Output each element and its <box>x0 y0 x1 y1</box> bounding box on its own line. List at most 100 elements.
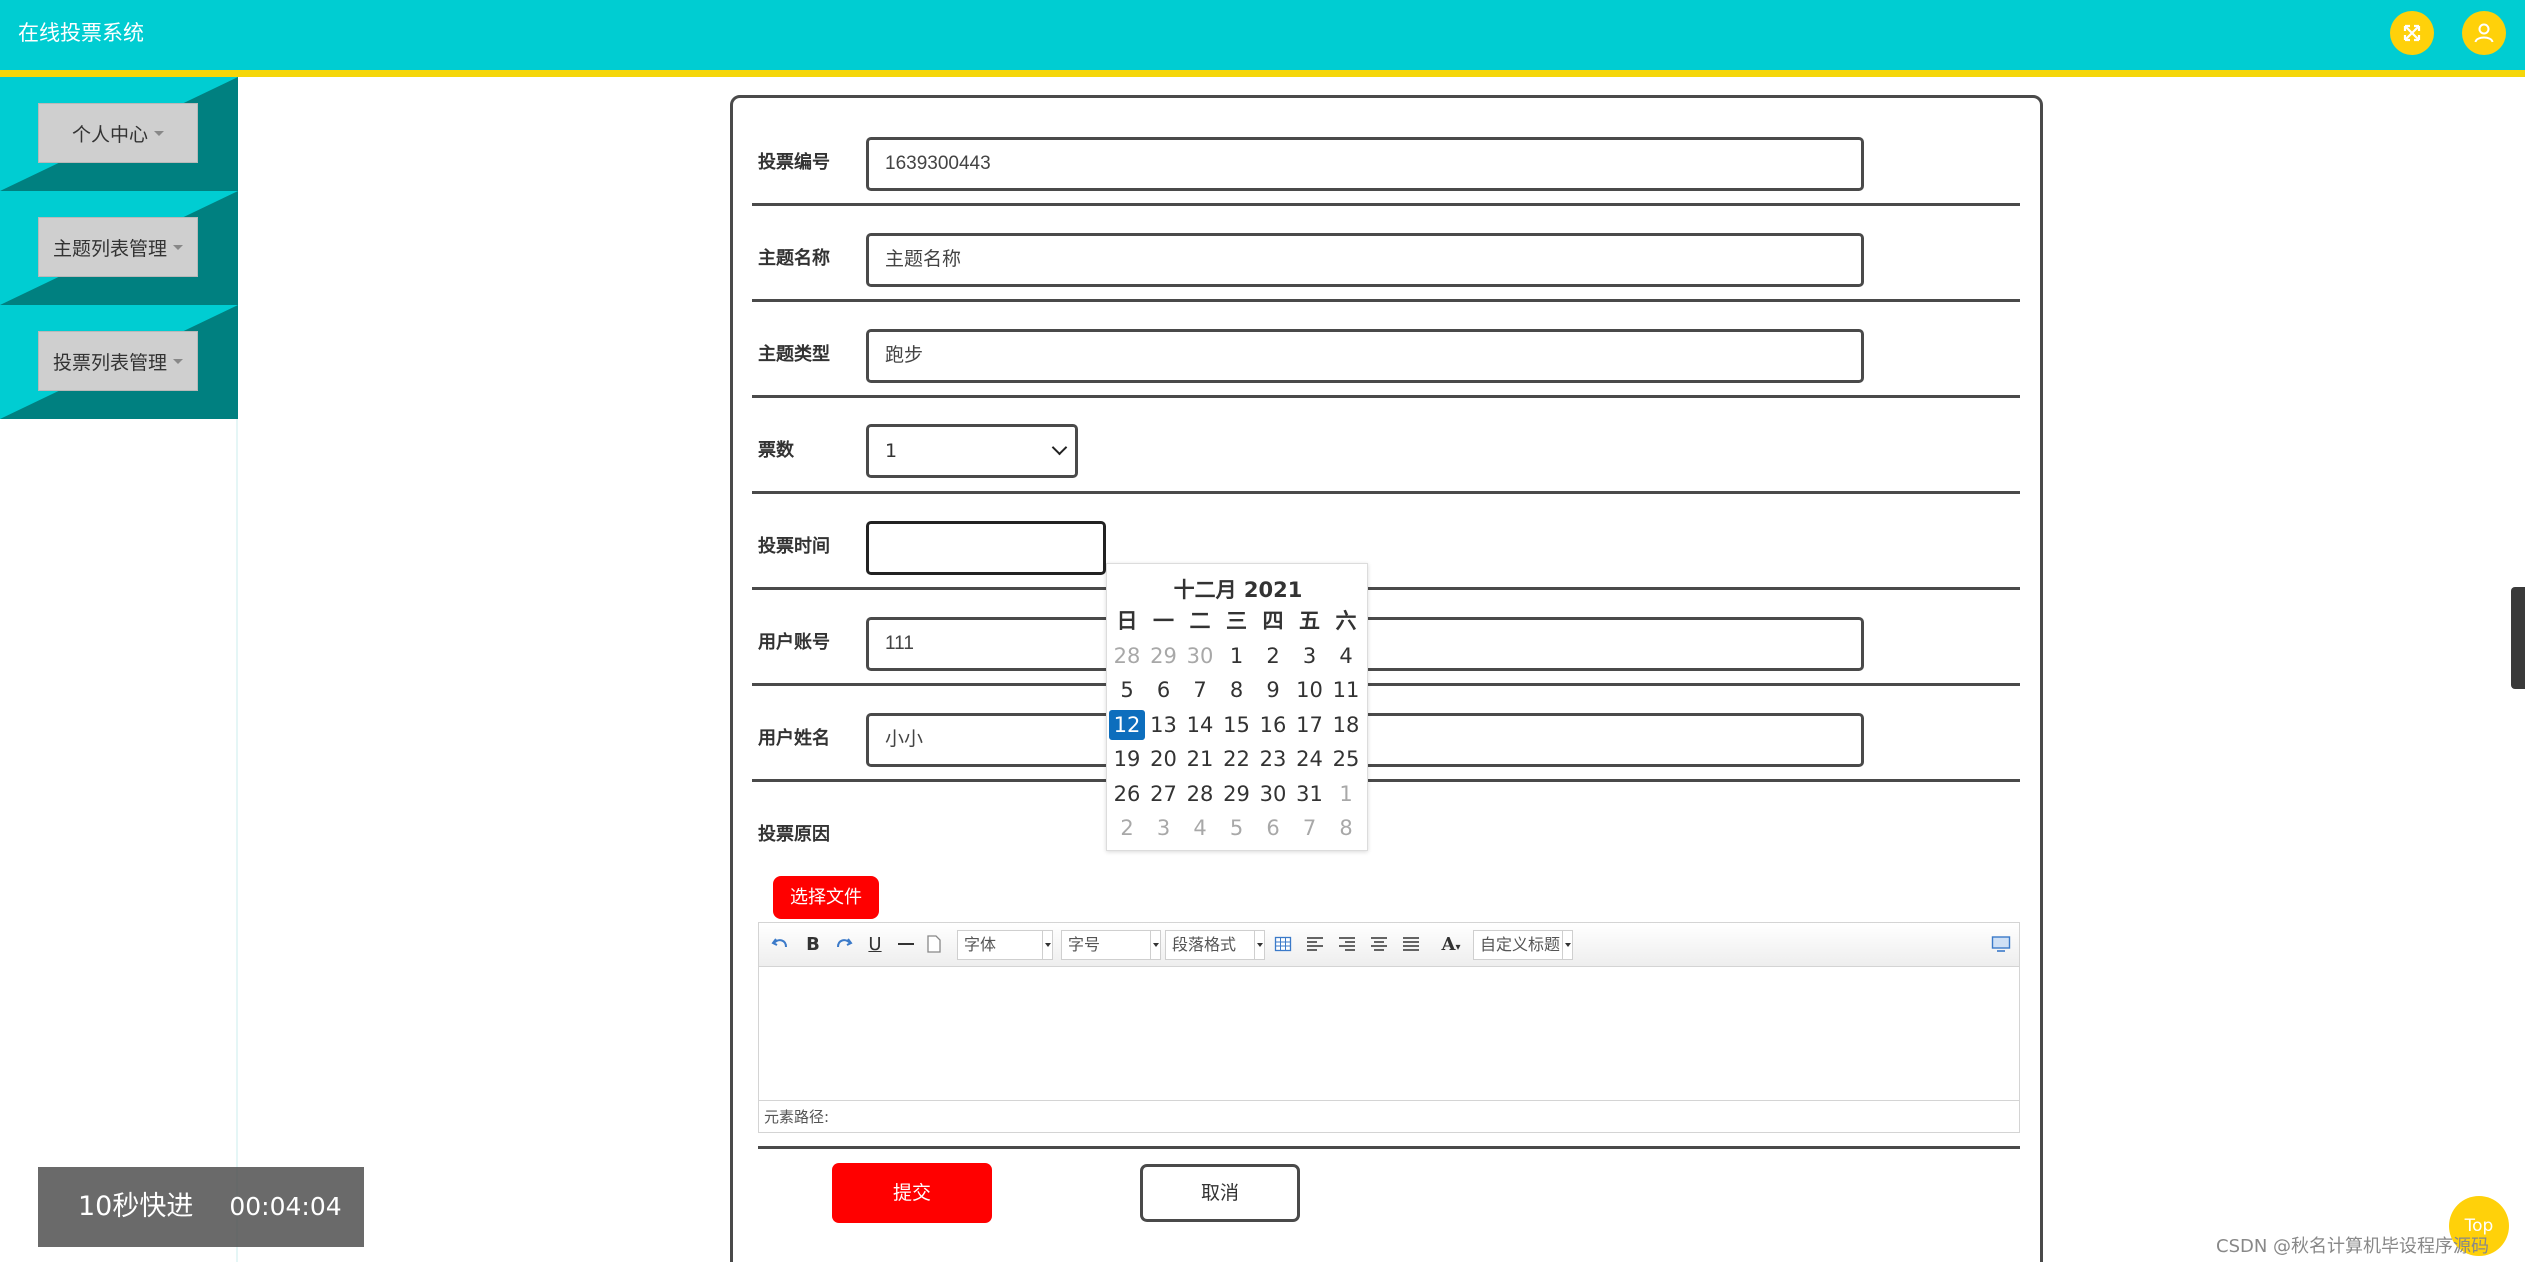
calendar-day[interactable]: 1 <box>1328 779 1364 809</box>
calendar-day[interactable]: 7 <box>1182 675 1218 705</box>
video-fast-forward-bar[interactable]: 10秒快进 00:04:04 <box>38 1167 364 1247</box>
calendar-day[interactable]: 18 <box>1328 710 1364 740</box>
user-button[interactable] <box>2462 11 2506 55</box>
undo-icon[interactable] <box>771 935 789 953</box>
calendar-day[interactable]: 17 <box>1292 710 1328 740</box>
calendar-day[interactable]: 19 <box>1109 744 1145 774</box>
calendar-day[interactable]: 24 <box>1292 744 1328 774</box>
align-right-icon[interactable] <box>1338 935 1356 953</box>
calendar-day[interactable]: 30 <box>1255 779 1291 809</box>
calendar-day[interactable]: 14 <box>1182 710 1218 740</box>
sidebar-item-personal-center[interactable]: 个人中心 <box>0 77 238 191</box>
topic-name-input[interactable]: 主题名称 <box>866 233 1864 287</box>
calendar-day[interactable]: 4 <box>1328 641 1364 671</box>
preview-icon[interactable] <box>1991 935 2011 953</box>
vote-count-label: 票数 <box>758 440 794 461</box>
calendar-day[interactable]: 3 <box>1292 641 1328 671</box>
calendar-day[interactable]: 5 <box>1109 675 1145 705</box>
chevron-down-icon <box>1051 439 1068 456</box>
row-divider <box>752 203 2020 206</box>
calendar-day[interactable]: 2 <box>1109 813 1145 843</box>
vote-id-input[interactable]: 1639300443 <box>866 137 1864 191</box>
vote-time-label: 投票时间 <box>758 536 830 557</box>
header-strip <box>0 70 2525 77</box>
calendar-day[interactable]: 23 <box>1255 744 1291 774</box>
calendar-day[interactable]: 6 <box>1146 675 1182 705</box>
vote-time-input[interactable] <box>866 521 1106 575</box>
calendar-day[interactable]: 5 <box>1219 813 1255 843</box>
font-family-select[interactable]: 字体 <box>957 930 1053 960</box>
calendar-day[interactable]: 1 <box>1219 641 1255 671</box>
horizontal-rule-icon[interactable] <box>897 935 915 953</box>
topic-name-label: 主题名称 <box>758 248 830 269</box>
font-family-label: 字体 <box>964 935 997 954</box>
topic-type-label: 主题类型 <box>758 344 830 365</box>
sidebar-item-label: 投票列表管理 <box>52 351 167 374</box>
vote-count-value: 1 <box>885 440 898 462</box>
sidebar-menu-button[interactable]: 主题列表管理 <box>38 217 198 277</box>
calendar-day[interactable]: 22 <box>1219 744 1255 774</box>
calendar-day[interactable]: 10 <box>1292 675 1328 705</box>
calendar-day[interactable]: 8 <box>1328 813 1364 843</box>
calendar-day[interactable]: 20 <box>1146 744 1182 774</box>
calendar-day[interactable]: 2 <box>1255 641 1291 671</box>
calendar-day[interactable]: 30 <box>1182 641 1218 671</box>
align-left-icon[interactable] <box>1306 935 1324 953</box>
calendar-day[interactable]: 8 <box>1219 675 1255 705</box>
side-drawer-handle[interactable] <box>2511 587 2525 689</box>
editor-toolbar: B U 字体 字号 段落格式 A▾ 自定义标题 <box>759 923 2019 967</box>
date-picker-popup: 十二月 2021 日一二三四五六 28 29 30 1 2 3 4 5 6 7 8 9 10 11 12 13 1… <box>1106 563 1368 851</box>
sidebar-menu-button[interactable]: 个人中心 <box>38 103 198 163</box>
sidebar-item-topic-list[interactable]: 主题列表管理 <box>0 191 238 305</box>
calendar-day[interactable]: 16 <box>1255 710 1291 740</box>
calendar-day[interactable]: 9 <box>1255 675 1291 705</box>
calendar-day[interactable]: 3 <box>1146 813 1182 843</box>
calendar-day[interactable]: 25 <box>1328 744 1364 774</box>
custom-heading-label: 自定义标题 <box>1480 935 1561 954</box>
table-icon[interactable] <box>1274 935 1292 953</box>
custom-heading-select[interactable]: 自定义标题 <box>1473 930 1573 960</box>
calendar-day[interactable]: 7 <box>1292 813 1328 843</box>
calendar-day[interactable]: 13 <box>1146 710 1182 740</box>
calendar-day[interactable]: 15 <box>1219 710 1255 740</box>
document-icon[interactable] <box>925 935 943 953</box>
topic-type-input[interactable]: 跑步 <box>866 329 1864 383</box>
calendar-day[interactable]: 12 <box>1109 709 1145 740</box>
calendar-day[interactable]: 11 <box>1328 675 1364 705</box>
calendar-weekday-header: 六 <box>1335 609 1357 633</box>
calendar-weekday-header: 三 <box>1226 609 1247 633</box>
calendar-day[interactable]: 26 <box>1109 779 1145 809</box>
caret-down-icon <box>173 358 183 364</box>
calendar-day[interactable]: 21 <box>1182 744 1218 774</box>
underline-icon[interactable]: U <box>865 931 885 959</box>
fullscreen-button[interactable] <box>2390 11 2434 55</box>
font-size-select[interactable]: 字号 <box>1061 930 1161 960</box>
align-justify-icon[interactable] <box>1402 935 1420 953</box>
vote-count-select[interactable]: 1 <box>866 424 1078 478</box>
sidebar-item-vote-list[interactable]: 投票列表管理 <box>0 305 238 419</box>
row-divider <box>752 395 2020 398</box>
rich-text-editor: B U 字体 字号 段落格式 A▾ 自定义标题 元素路径: <box>758 922 2020 1133</box>
cancel-button[interactable]: 取消 <box>1140 1164 1300 1222</box>
editor-content-area[interactable] <box>759 968 2019 1100</box>
text-color-label: A <box>1441 934 1456 955</box>
calendar-day[interactable]: 28 <box>1182 779 1218 809</box>
calendar-day[interactable]: 29 <box>1146 641 1182 671</box>
bold-icon[interactable]: B <box>803 931 823 959</box>
redo-icon[interactable] <box>835 935 853 953</box>
choose-file-button[interactable]: 选择文件 <box>773 876 879 919</box>
calendar-day[interactable]: 28 <box>1109 641 1145 671</box>
calendar-day[interactable]: 31 <box>1292 779 1328 809</box>
align-center-icon[interactable] <box>1370 935 1388 953</box>
submit-button[interactable]: 提交 <box>832 1163 992 1223</box>
calendar-day[interactable]: 4 <box>1182 813 1218 843</box>
sidebar-menu-button[interactable]: 投票列表管理 <box>38 331 198 391</box>
text-color-icon[interactable]: A▾ <box>1433 931 1469 959</box>
sidebar: 个人中心 主题列表管理 投票列表管理 <box>0 77 238 1262</box>
calendar-day[interactable]: 27 <box>1146 779 1182 809</box>
app-title: 在线投票系统 <box>18 21 144 45</box>
calendar-day[interactable]: 29 <box>1219 779 1255 809</box>
paragraph-format-select[interactable]: 段落格式 <box>1165 930 1265 960</box>
calendar-day[interactable]: 6 <box>1255 813 1291 843</box>
calendar-weekday-header: 四 <box>1262 609 1284 633</box>
